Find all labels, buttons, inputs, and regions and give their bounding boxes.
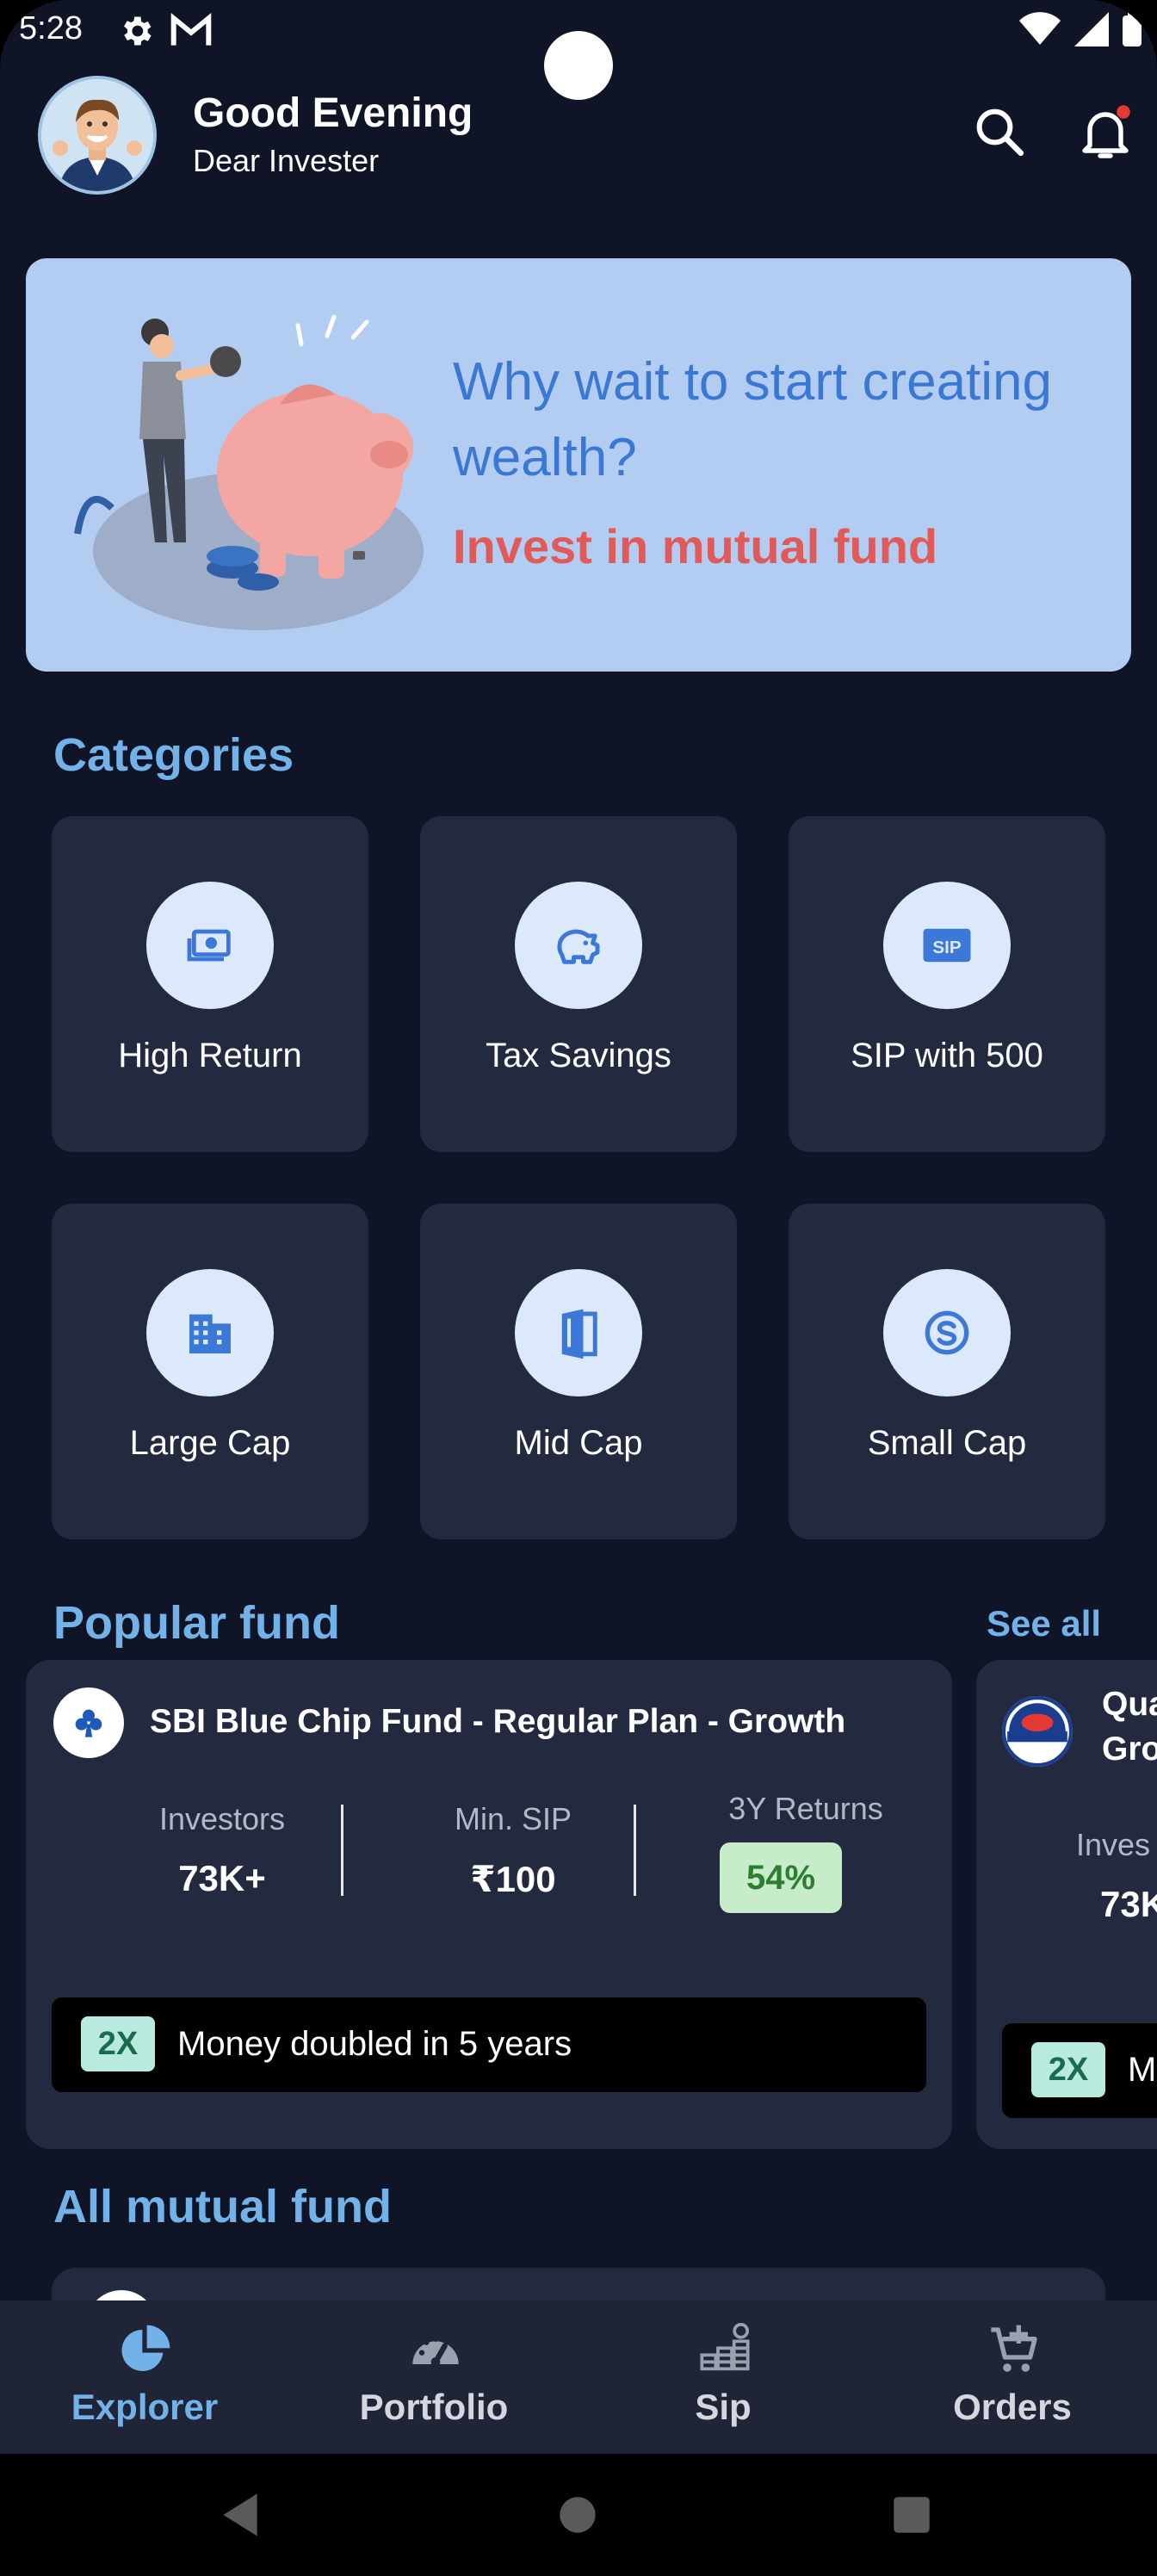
money-doubled-banner: 2X Money doubled in 5 years [52, 1997, 926, 2092]
money-doubled-banner: 2X M [1002, 2023, 1157, 2118]
piggy-bank-icon [557, 929, 600, 964]
recents-icon[interactable] [892, 2495, 931, 2535]
investors-label: Investors [158, 1801, 286, 1836]
back-icon[interactable] [219, 2492, 262, 2538]
returns-badge: 54% [720, 1842, 842, 1913]
status-icons-right [1019, 12, 1142, 46]
popular-fund-card[interactable]: SBI Blue Chip Fund - Regular Plan - Grow… [26, 1660, 952, 2149]
category-label: Large Cap [129, 1424, 291, 1462]
nav-sip[interactable]: Sip [578, 2300, 868, 2454]
category-large-cap[interactable]: Large Cap [52, 1204, 368, 1539]
category-icon-circle [883, 1269, 1011, 1396]
promo-banner[interactable]: Why wait to start creating wealth? Inves… [26, 258, 1131, 672]
notification-bell-icon[interactable] [1074, 102, 1136, 164]
money-icon [187, 929, 231, 962]
investors-value: 73K [1100, 1884, 1157, 1924]
popular-fund-card-next[interactable]: Qua Gro Inves 73K 2X M [976, 1660, 1157, 2149]
greeting-title: Good Evening [193, 90, 473, 136]
stat-divider [341, 1805, 343, 1896]
stat-divider [634, 1805, 636, 1896]
nav-orders[interactable]: Orders [868, 2300, 1157, 2454]
nav-label: Orders [953, 2387, 1072, 2427]
fund-name-line1: Qua [1102, 1686, 1157, 1723]
nav-label: Portfolio [359, 2387, 509, 2427]
speedometer-icon [412, 2336, 459, 2367]
category-high-return[interactable]: High Return [52, 816, 368, 1152]
sip-icon: SIP [923, 928, 971, 963]
categories-title: Categories [53, 729, 294, 781]
category-small-cap[interactable]: Small Cap [789, 1204, 1105, 1539]
money-doubled-text: Money doubled in 5 years [177, 2025, 572, 2063]
category-icon-circle: SIP [883, 882, 1011, 1009]
category-label: Small Cap [867, 1424, 1027, 1462]
wifi-icon [1019, 12, 1061, 46]
min-sip-label: Min. SIP [454, 1801, 572, 1836]
banner-subtitle: Invest in mutual fund [453, 519, 938, 573]
fund-name-line2: Gro [1102, 1731, 1157, 1768]
all-mutual-fund-title: All mutual fund [53, 2181, 392, 2232]
category-icon-circle [515, 882, 642, 1009]
nav-label: Sip [695, 2387, 752, 2427]
status-time: 5:28 [19, 10, 83, 46]
category-icon-circle [146, 882, 274, 1009]
popular-fund-title: Popular fund [53, 1597, 340, 1649]
sbi-club-icon [75, 1709, 102, 1737]
avatar[interactable] [38, 76, 157, 195]
building-icon [189, 1314, 231, 1353]
category-label: SIP with 500 [851, 1037, 1043, 1074]
category-tax-savings[interactable]: Tax Savings [420, 816, 737, 1152]
quantum-logo-icon [1002, 1696, 1073, 1767]
two-x-badge: 2X [1031, 2042, 1105, 2097]
nav-label: Explorer [71, 2387, 219, 2427]
skype-icon [925, 1310, 969, 1355]
category-icon-circle [515, 1269, 642, 1396]
front-camera [544, 31, 613, 100]
min-sip-value: ₹100 [470, 1859, 556, 1899]
investors-label: Inves [1076, 1827, 1151, 1862]
category-icon-circle [146, 1269, 274, 1396]
fund-logo [1002, 1696, 1073, 1767]
category-mid-cap[interactable]: Mid Cap [420, 1204, 737, 1539]
system-navigation-bar [0, 2454, 1157, 2576]
category-label: Mid Cap [514, 1424, 643, 1462]
fund-name: SBI Blue Chip Fund - Regular Plan - Grow… [150, 1703, 846, 1740]
piggy-bank-illustration [74, 314, 424, 630]
avatar-illustration [41, 79, 153, 191]
see-all-link[interactable]: See all [987, 1603, 1101, 1644]
svg-text:SIP: SIP [932, 938, 961, 957]
coin-stack-icon [700, 2323, 750, 2371]
nav-portfolio[interactable]: Portfolio [289, 2300, 578, 2454]
pie-chart-icon [121, 2325, 170, 2371]
category-label: Tax Savings [486, 1037, 671, 1074]
banner-title: Why wait to start creating wealth? [453, 352, 1053, 487]
greeting-subtitle: Dear Invester [193, 143, 380, 178]
category-label: High Return [118, 1037, 302, 1074]
notification-dot [1117, 105, 1130, 119]
settings-icon [124, 16, 152, 46]
cart-add-icon [991, 2325, 1037, 2372]
fund-logo [53, 1687, 124, 1758]
nav-explorer[interactable]: Explorer [0, 2300, 289, 2454]
bottom-navigation: Explorer Portfolio Sip Orders [0, 2300, 1157, 2454]
signal-icon [1074, 12, 1109, 46]
search-icon[interactable] [971, 103, 1028, 160]
investors-value: 73K+ [178, 1858, 266, 1898]
door-icon [561, 1309, 597, 1359]
app-screen: 5:28 Good Evening Dear Invester Why wait… [0, 0, 1157, 2576]
gmail-icon [170, 12, 212, 46]
two-x-badge: 2X [81, 2016, 155, 2071]
battery-icon [1123, 12, 1142, 46]
money-doubled-text: M [1128, 2051, 1157, 2089]
status-icons-left [117, 12, 212, 50]
home-icon[interactable] [558, 2495, 597, 2535]
category-sip-500[interactable]: SIP SIP with 500 [789, 816, 1105, 1152]
returns-label: 3Y Returns [728, 1791, 883, 1826]
